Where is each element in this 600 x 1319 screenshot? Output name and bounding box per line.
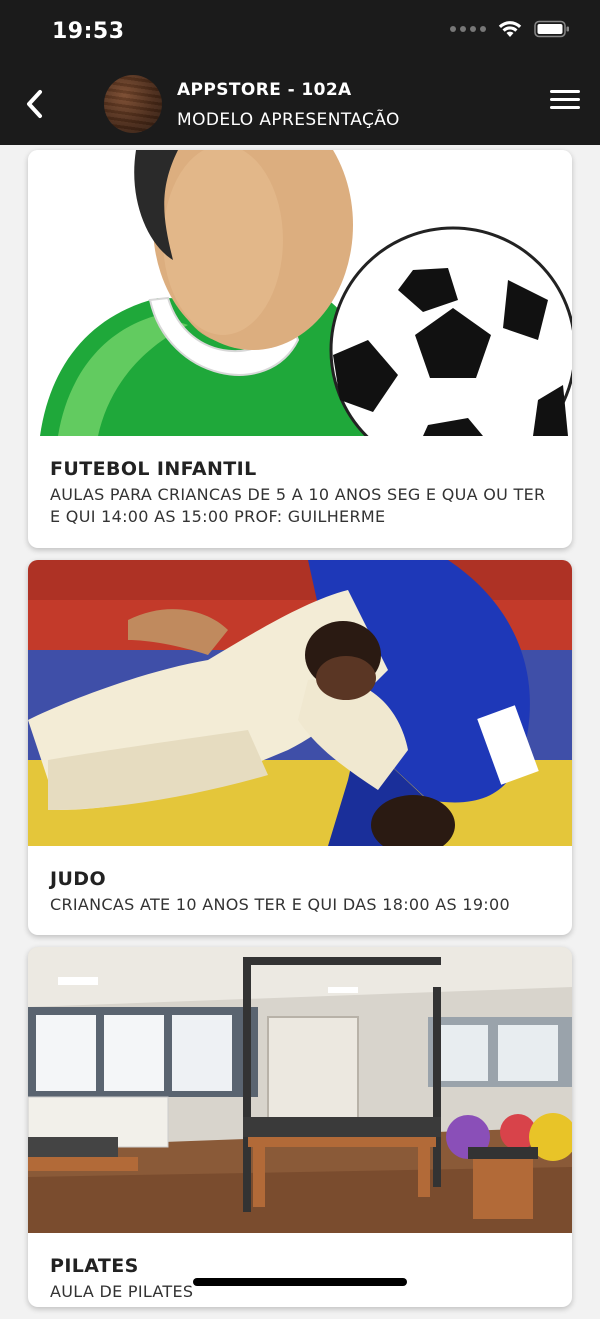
battery-icon bbox=[534, 20, 569, 38]
menu-button[interactable] bbox=[550, 90, 580, 118]
app-header: 19:53 APPSTORE - 102A MODELO APRESENTAÇÃ… bbox=[0, 0, 600, 145]
judo-image bbox=[28, 560, 572, 846]
activity-card-pilates[interactable]: PILATES AULA DE PILATES bbox=[28, 947, 572, 1307]
card-title: PILATES bbox=[50, 1255, 139, 1277]
activities-feed: FUTEBOL INFANTIL AULAS PARA CRIANCAS DE … bbox=[28, 150, 572, 1319]
card-title: JUDO bbox=[50, 868, 107, 890]
status-time: 19:53 bbox=[52, 19, 125, 44]
activity-card-futebol[interactable]: FUTEBOL INFANTIL AULAS PARA CRIANCAS DE … bbox=[28, 150, 572, 548]
header-subtitle: MODELO APRESENTAÇÃO bbox=[177, 110, 400, 130]
wifi-icon bbox=[498, 21, 522, 37]
chevron-left-icon bbox=[27, 90, 42, 118]
activity-card-judo[interactable]: JUDO CRIANCAS ATE 10 ANOS TER E QUI DAS … bbox=[28, 560, 572, 935]
back-button[interactable] bbox=[14, 82, 54, 126]
futebol-image bbox=[28, 150, 572, 436]
hamburger-menu-icon bbox=[550, 90, 580, 109]
store-avatar bbox=[104, 75, 162, 133]
card-description: CRIANCAS ATE 10 ANOS TER E QUI DAS 18:00… bbox=[50, 895, 510, 914]
signal-dots-icon bbox=[450, 26, 486, 32]
header-title: APPSTORE - 102A bbox=[177, 80, 352, 100]
status-icons bbox=[450, 20, 570, 38]
card-title: FUTEBOL INFANTIL bbox=[50, 458, 257, 480]
home-indicator bbox=[193, 1278, 407, 1286]
pilates-image bbox=[28, 947, 572, 1233]
card-description: AULAS PARA CRIANCAS DE 5 A 10 ANOS SEG E… bbox=[50, 485, 546, 526]
